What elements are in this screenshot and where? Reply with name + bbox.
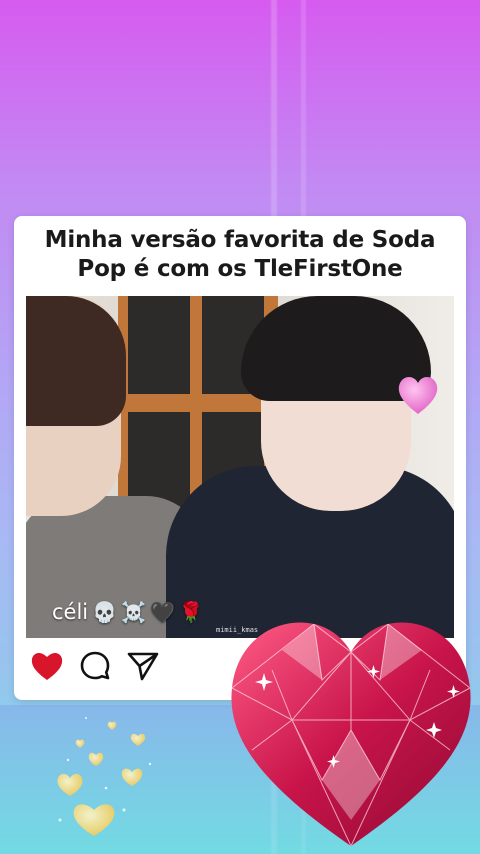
skull-icon: 💀 [92, 600, 118, 624]
comment-button[interactable] [78, 649, 112, 683]
rose-icon: 🌹 [178, 600, 204, 624]
send-icon [127, 652, 159, 681]
heart-icon [31, 652, 63, 680]
post-actions [30, 649, 160, 683]
pink-heart-sticker-icon [398, 377, 438, 414]
black-heart-icon: 🖤 [149, 600, 175, 624]
video-caption: céli 💀 ☠️ 🖤 🌹 [52, 600, 204, 624]
like-button[interactable] [30, 649, 64, 683]
share-button[interactable] [126, 649, 160, 683]
video-player[interactable]: céli 💀 ☠️ 🖤 🌹 mimii_kmas [26, 296, 454, 638]
gold-hearts-sparkle-icon [57, 717, 152, 836]
post-title: Minha versão favorita de Soda Pop é com … [44, 227, 436, 282]
diamond-heart-icon [231, 622, 471, 846]
skull-crossbones-icon: ☠️ [121, 600, 146, 624]
caption-name: céli [52, 600, 89, 624]
comment-icon [80, 651, 110, 680]
